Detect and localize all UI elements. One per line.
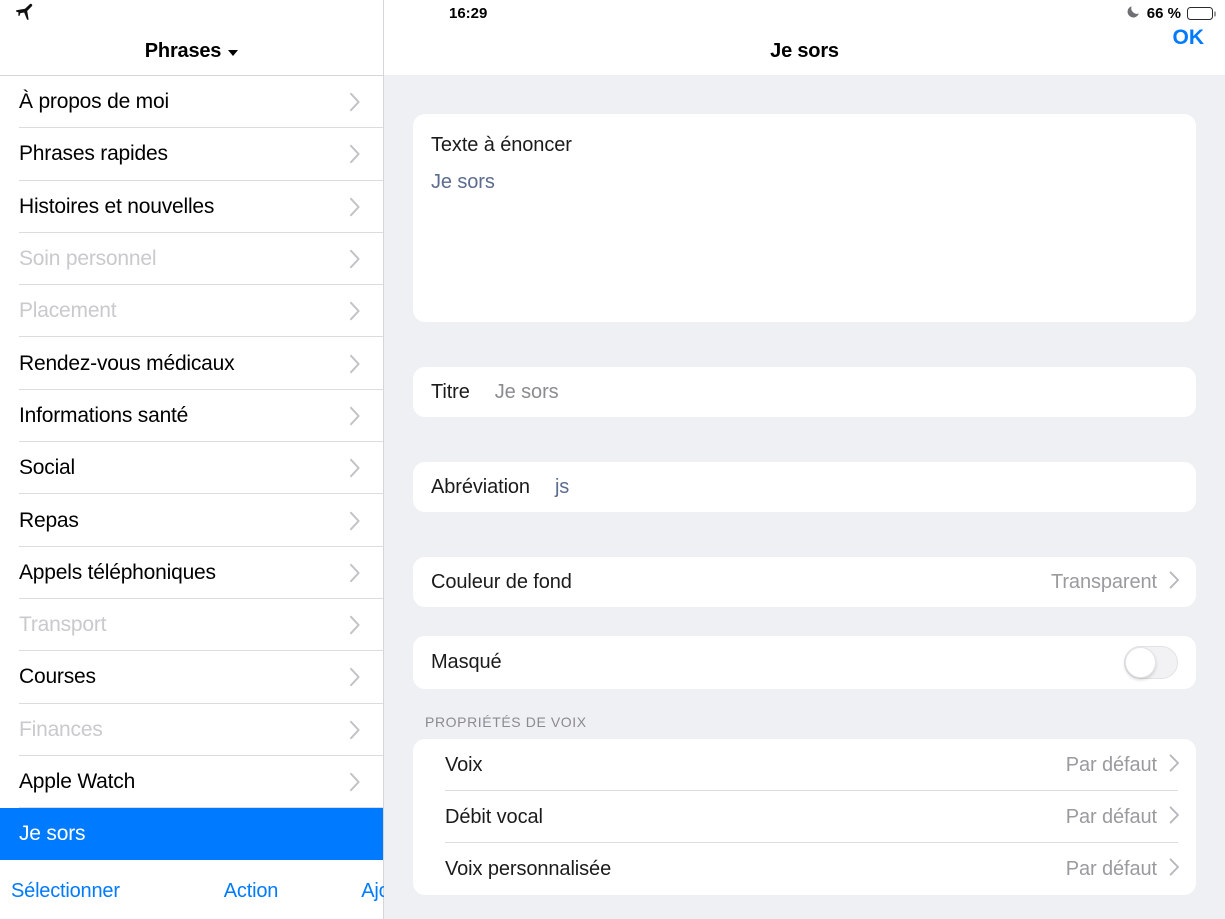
chevron-right-icon: [1169, 857, 1180, 881]
chevron-down-icon[interactable]: [228, 49, 239, 56]
battery-icon: [1187, 7, 1216, 20]
speak-text-card[interactable]: Texte à énoncer Je sors: [413, 114, 1196, 322]
chevron-right-icon: [349, 511, 361, 531]
chevron-right-icon: [349, 563, 361, 583]
status-time: 16:29: [449, 5, 488, 22]
abbreviation-field-label: Abréviation: [431, 475, 530, 498]
sidebar-item-soin-personnel[interactable]: Soin personnel: [0, 232, 383, 286]
sidebar-item-label: À propos de moi: [19, 90, 169, 114]
voice-row-value: Par défaut: [1065, 857, 1157, 880]
sidebar-item-phrases-rapides[interactable]: Phrases rapides: [0, 128, 383, 181]
sidebar-item-label: Rendez-vous médicaux: [19, 351, 235, 375]
voice-row-value: Par défaut: [1065, 753, 1157, 776]
speak-text-label: Texte à énoncer: [431, 134, 572, 156]
voice-row-d-bit-vocal[interactable]: Débit vocal Par défaut: [413, 791, 1196, 843]
sidebar-item-histoires-et-nouvelles[interactable]: Histoires et nouvelles: [0, 180, 383, 233]
chevron-right-icon: [349, 458, 361, 478]
voice-row-label: Voix: [445, 753, 483, 776]
sidebar-item-label: Courses: [19, 665, 96, 689]
battery-label: 66 %: [1146, 5, 1181, 22]
sidebar-item-je-sors[interactable]: Je sors: [0, 808, 383, 861]
sidebar-item-finances[interactable]: Finances: [0, 703, 383, 756]
sidebar-item-label: Apple Watch: [19, 770, 136, 793]
sidebar-item-label: Histoires et nouvelles: [19, 194, 215, 218]
sidebar-item-label: Phrases rapides: [19, 142, 168, 166]
voice-properties-group: Voix Par défaut Débit vocal Par défaut Voix …: [413, 739, 1196, 895]
sidebar-item-label: Soin personnel: [19, 247, 157, 271]
sidebar-item-label: Repas: [19, 508, 79, 532]
sidebar-item-informations-sant[interactable]: Informations santé: [0, 389, 383, 443]
chevron-right-icon: [349, 92, 361, 112]
abbreviation-field-row[interactable]: Abréviation js: [413, 462, 1196, 512]
sidebar-item-repas[interactable]: Repas: [0, 494, 383, 547]
background-color-row[interactable]: Couleur de fond Transparent: [413, 557, 1196, 607]
sidebar-item-label: Transport: [19, 613, 107, 637]
voice-row-voix-personnalis-e[interactable]: Voix personnalisée Par défaut: [413, 843, 1196, 895]
voice-row-label: Voix personnalisée: [445, 857, 612, 880]
sidebar-item-social[interactable]: Social: [0, 442, 383, 495]
detail-status-bar: 16:29 66 %: [384, 0, 1225, 27]
sidebar-item-label: Social: [19, 456, 75, 480]
action-button[interactable]: Action: [224, 880, 279, 903]
sidebar-item-apple-watch[interactable]: Apple Watch: [0, 755, 383, 809]
chevron-right-icon: [349, 772, 361, 792]
sidebar-title: Phrases: [144, 39, 222, 62]
sidebar-status-bar: [0, 0, 383, 27]
title-field-label: Titre: [431, 380, 470, 403]
sidebar-item-label: Appels téléphoniques: [19, 560, 216, 584]
voice-row-label: Débit vocal: [445, 805, 543, 828]
sidebar-header[interactable]: Phrases: [0, 27, 383, 75]
chevron-right-icon: [1169, 570, 1180, 594]
chevron-right-icon: [349, 301, 361, 321]
sidebar-item-appels-t-l-phoniques[interactable]: Appels téléphoniques: [0, 546, 383, 599]
detail-navbar: 16:29 66 % Je sors OK: [384, 0, 1225, 75]
chevron-right-icon: [349, 667, 361, 687]
sidebar-item-transport[interactable]: Transport: [0, 598, 383, 652]
ipad-screen: Phrases À propos de moi Phrases rapides Hi…: [0, 0, 1225, 919]
chevron-right-icon: [1169, 753, 1180, 777]
airplane-mode-icon: [14, 0, 36, 27]
hidden-toggle-row[interactable]: Masqué: [413, 636, 1196, 689]
chevron-right-icon: [349, 197, 361, 217]
chevron-right-icon: [349, 615, 361, 635]
hidden-toggle-label: Masqué: [431, 651, 502, 673]
background-color-label: Couleur de fond: [431, 570, 572, 593]
sidebar-item-placement[interactable]: Placement: [0, 285, 383, 338]
sidebar: Phrases À propos de moi Phrases rapides Hi…: [0, 0, 423, 919]
voice-section-header: PROPRIÉTÉS DE VOIX: [425, 714, 587, 730]
voice-row-voix[interactable]: Voix Par défaut: [413, 739, 1196, 791]
sidebar-item-label: Finances: [19, 717, 103, 741]
speak-text-value[interactable]: Je sors: [431, 171, 1196, 194]
chevron-right-icon: [349, 249, 361, 269]
crescent-moon-icon: [1126, 4, 1141, 24]
chevron-right-icon: [349, 406, 361, 426]
detail-pane: 16:29 66 % Je sors OK Texte à énoncer Je…: [384, 0, 1225, 919]
title-field-row[interactable]: Titre Je sors: [413, 367, 1196, 417]
page-title: Je sors: [770, 39, 839, 62]
sidebar-item-rendez-vous-m-dicaux[interactable]: Rendez-vous médicaux: [0, 337, 383, 390]
chevron-right-icon: [1169, 805, 1180, 829]
background-color-value: Transparent: [1051, 570, 1157, 593]
sidebar-item-propos-de-moi[interactable]: À propos de moi: [0, 76, 383, 129]
title-field-value[interactable]: Je sors: [495, 381, 559, 404]
sidebar-list: À propos de moi Phrases rapides Histoires …: [0, 75, 383, 863]
hidden-toggle-switch[interactable]: [1124, 646, 1178, 679]
sidebar-item-courses[interactable]: Courses: [0, 651, 383, 704]
chevron-right-icon: [349, 144, 361, 164]
ok-button[interactable]: OK: [1173, 26, 1205, 50]
sidebar-toolbar: Sélectionner Action Ajouter: [0, 863, 423, 919]
voice-row-value: Par défaut: [1065, 805, 1157, 828]
sidebar-item-label: Informations santé: [19, 403, 189, 427]
abbreviation-field-value[interactable]: js: [555, 476, 569, 499]
select-button[interactable]: Sélectionner: [11, 880, 120, 903]
sidebar-item-label: Je sors: [19, 822, 86, 846]
detail-body: Texte à énoncer Je sors Titre Je sors Ab…: [384, 75, 1225, 919]
sidebar-item-label: Placement: [19, 299, 117, 323]
chevron-right-icon: [349, 354, 361, 374]
chevron-right-icon: [349, 720, 361, 740]
